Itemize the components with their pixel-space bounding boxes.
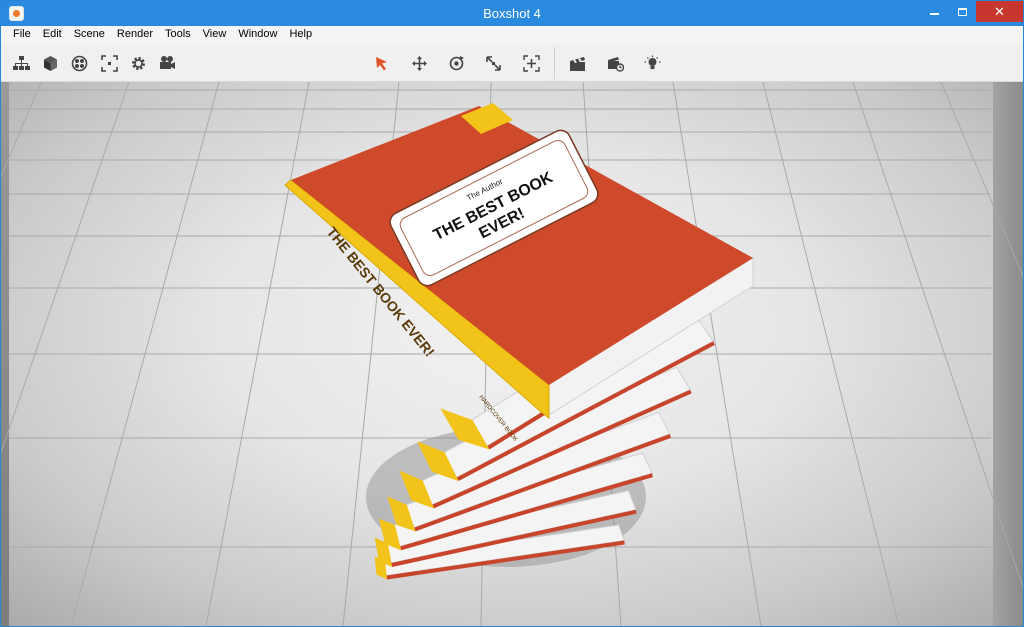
move-icon <box>411 55 427 71</box>
menu-tools[interactable]: Tools <box>159 27 197 42</box>
snap-tool-button[interactable] <box>520 52 542 74</box>
title-bar[interactable]: Boxshot 4 ✕ <box>1 1 1023 26</box>
select-arrow-icon <box>375 56 387 70</box>
fit-view-button[interactable] <box>98 52 120 74</box>
menu-file[interactable]: File <box>7 27 37 42</box>
settings-button[interactable] <box>127 52 149 74</box>
menu-bar: File Edit Scene Render Tools View Window… <box>1 26 1023 43</box>
menu-help[interactable]: Help <box>283 27 318 42</box>
toolbar-separator <box>554 47 555 79</box>
menu-render[interactable]: Render <box>111 27 159 42</box>
menu-scene[interactable]: Scene <box>68 27 111 42</box>
light-button[interactable] <box>641 52 663 74</box>
window-controls: ✕ <box>920 1 1023 22</box>
render-button[interactable] <box>566 52 588 74</box>
menu-view[interactable]: View <box>197 27 233 42</box>
menu-edit[interactable]: Edit <box>37 27 68 42</box>
scale-tool-button[interactable] <box>482 52 504 74</box>
minimize-icon <box>929 13 939 15</box>
animation-render-icon <box>607 56 624 72</box>
close-icon: ✕ <box>994 3 1005 19</box>
camera-icon <box>159 55 175 69</box>
menu-window[interactable]: Window <box>232 27 283 42</box>
minimize-button[interactable] <box>920 1 948 22</box>
snap-icon <box>522 54 540 72</box>
light-bulb-icon <box>644 55 660 69</box>
toolbar <box>1 43 1023 82</box>
rotate-tool-button[interactable] <box>445 52 467 74</box>
move-tool-button[interactable] <box>408 52 430 74</box>
materials-button[interactable] <box>68 52 90 74</box>
close-button[interactable]: ✕ <box>976 1 1023 22</box>
render-clapper-icon <box>569 56 585 71</box>
object-cube-icon <box>43 55 57 71</box>
app-window: Boxshot 4 ✕ File Edit Scene Render Tools… <box>0 0 1024 627</box>
object-button[interactable] <box>39 52 61 74</box>
select-tool-button[interactable] <box>370 52 392 74</box>
scene-tree-icon <box>12 55 30 70</box>
maximize-button[interactable] <box>948 1 976 22</box>
camera-button[interactable] <box>156 52 178 74</box>
fit-view-icon <box>100 54 118 72</box>
viewport-scene: The Author THE BEST BOOK EVER! THE BEST … <box>1 82 1023 626</box>
settings-gear-icon <box>131 56 145 70</box>
maximize-icon <box>957 7 967 16</box>
animation-render-button[interactable] <box>604 52 626 74</box>
scale-icon <box>485 55 501 71</box>
rotate-icon <box>449 55 464 70</box>
3d-viewport[interactable]: The Author THE BEST BOOK EVER! THE BEST … <box>1 82 1023 626</box>
window-title: Boxshot 4 <box>483 6 541 21</box>
scene-tree-button[interactable] <box>10 52 32 74</box>
materials-icon <box>71 55 87 71</box>
